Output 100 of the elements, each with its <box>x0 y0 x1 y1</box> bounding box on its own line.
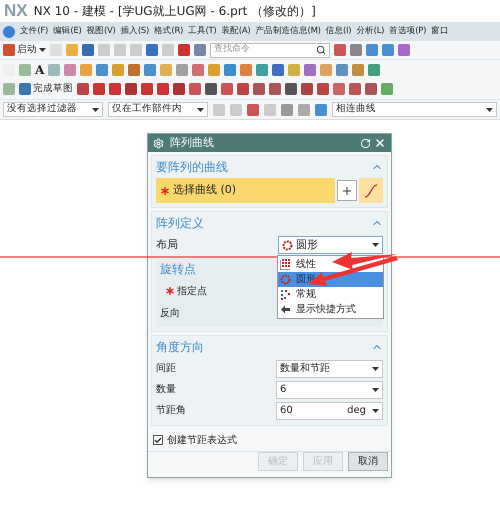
toolbar-icon[interactable] <box>272 64 284 76</box>
app-icon[interactable] <box>3 26 15 38</box>
toolbar-icon[interactable] <box>128 64 140 76</box>
command-search-input[interactable]: 查找命令 <box>214 43 304 57</box>
toolbar-icon[interactable] <box>288 64 300 76</box>
toolbar-icon[interactable] <box>382 44 394 56</box>
menu-item[interactable]: 首选项(P) <box>389 25 426 38</box>
toolbar-icon[interactable] <box>112 64 124 76</box>
start-button[interactable]: 启动 <box>3 42 46 58</box>
field-label: 指定点 <box>177 284 207 298</box>
menu-option[interactable]: 显示快捷方式 <box>278 302 383 317</box>
toolbar-icon[interactable] <box>205 83 217 95</box>
toolbar-icon[interactable] <box>334 44 346 56</box>
toolbar-icon[interactable] <box>240 64 252 76</box>
toolbar-icon[interactable] <box>157 83 169 95</box>
toolbar-icon[interactable] <box>398 44 410 56</box>
toolbar-icon[interactable] <box>64 64 76 76</box>
reset-icon[interactable] <box>360 138 371 148</box>
toolbar-icon[interactable] <box>315 104 327 116</box>
toolbar-icon[interactable] <box>96 64 108 76</box>
menu-item[interactable]: 编辑(E) <box>53 25 82 38</box>
toolbar-icon[interactable] <box>301 83 313 95</box>
curve-selection-field[interactable]: 选择曲线 (0) <box>156 178 335 203</box>
toolbar-icon[interactable] <box>333 83 345 95</box>
toolbar-icon[interactable] <box>3 44 15 56</box>
toolbar-icon[interactable] <box>173 83 185 95</box>
field-label: 反向 <box>160 306 180 320</box>
menu-item[interactable]: 格式(R) <box>154 25 184 38</box>
field-label: 数量 <box>156 383 176 397</box>
toolbar-icon[interactable] <box>141 83 153 95</box>
toolbar-icon[interactable] <box>350 44 362 56</box>
toolbar-icon[interactable] <box>221 83 233 95</box>
menu-item[interactable]: 窗口 <box>431 25 449 38</box>
text-tool-icon[interactable]: A <box>35 64 44 76</box>
toolbar-icon[interactable] <box>320 64 332 76</box>
toolbar-icon[interactable] <box>19 83 31 95</box>
checkbox-label: 创建节距表达式 <box>167 434 237 448</box>
toolbar-icon[interactable] <box>178 44 190 56</box>
menu-item[interactable]: 产品制造信息(M) <box>255 25 321 38</box>
menu-option[interactable]: 常规 <box>278 287 383 302</box>
toolbar-icon[interactable] <box>80 64 92 76</box>
toolbar-icon[interactable] <box>208 64 220 76</box>
filter-dropdown[interactable]: 仅在工作部件内 <box>108 102 208 117</box>
toolbar-icon[interactable] <box>352 64 364 76</box>
add-curve-button[interactable] <box>337 180 357 201</box>
dropdown-arrow-icon <box>372 243 379 247</box>
toolbar-icon[interactable] <box>365 83 377 95</box>
toolbar-icon[interactable] <box>125 83 137 95</box>
command-search-field[interactable]: 查找命令 <box>210 42 330 58</box>
toolbar-icon[interactable] <box>160 64 172 76</box>
toolbar-icon[interactable] <box>93 83 105 95</box>
dialog-title: 阵列曲线 <box>170 134 214 151</box>
dialog-button[interactable]: 取消 <box>348 452 388 471</box>
toolbar-icon[interactable] <box>48 64 60 76</box>
menu-item[interactable]: 分析(L) <box>356 25 384 38</box>
menu-item[interactable]: 工具(T) <box>188 25 216 38</box>
curve-button[interactable] <box>359 178 383 203</box>
toolbar-icon[interactable] <box>194 44 206 56</box>
value-field[interactable]: 6 <box>276 380 383 398</box>
toolbar-icon[interactable] <box>109 83 121 95</box>
toolbar-icon[interactable] <box>317 83 329 95</box>
toolbar-icon[interactable] <box>366 44 378 56</box>
section-heading: 要阵列的曲线 <box>156 159 228 176</box>
menu-item[interactable]: 文件(F) <box>20 25 48 38</box>
toolbar-icon[interactable] <box>281 104 293 116</box>
toolbar-icon[interactable] <box>77 83 89 95</box>
toolbar-icon[interactable] <box>298 104 310 116</box>
toolbar-icon[interactable] <box>189 83 201 95</box>
toolbar-icon[interactable] <box>269 83 281 95</box>
filter-dropdown[interactable]: 没有选择过滤器 <box>3 102 103 117</box>
checkbox[interactable] <box>153 435 163 445</box>
dropdown-arrow-icon <box>372 388 379 392</box>
finish-sketch-button[interactable]: 完成草图 <box>19 82 73 96</box>
toolbar-icon[interactable] <box>349 83 361 95</box>
menu-item[interactable]: 信息(I) <box>326 25 352 38</box>
toolbar-icon[interactable] <box>82 44 94 56</box>
required-icon <box>166 287 174 295</box>
menu-item[interactable]: 装配(A) <box>221 25 250 38</box>
toolbar-icon[interactable] <box>19 64 31 76</box>
toolbar-icon[interactable] <box>144 64 156 76</box>
toolbar-icon[interactable] <box>192 64 204 76</box>
toolbar-icon[interactable] <box>253 83 265 95</box>
toolbar-icon[interactable] <box>146 44 158 56</box>
toolbar-icon[interactable] <box>336 64 348 76</box>
value-field[interactable]: 数量和节距 <box>276 360 383 378</box>
menu-item[interactable]: 插入(S) <box>120 25 150 38</box>
toolbar-icon[interactable] <box>247 104 259 116</box>
toolbar-icon[interactable] <box>176 64 188 76</box>
menu-item[interactable]: 视图(V) <box>86 25 116 38</box>
value-field[interactable]: 60 deg <box>276 402 383 420</box>
filter-dropdown[interactable]: 相连曲线 <box>332 102 497 117</box>
toolbar-icon[interactable] <box>224 64 236 76</box>
menu-option[interactable]: 线性 <box>278 257 383 272</box>
toolbar-icon[interactable] <box>304 64 316 76</box>
toolbar-icon[interactable] <box>285 83 297 95</box>
toolbar-icon[interactable] <box>368 64 380 76</box>
toolbar-icon[interactable] <box>256 64 268 76</box>
toolbar-icon[interactable] <box>237 83 249 95</box>
arrow-icon <box>280 304 291 315</box>
close-icon[interactable] <box>374 137 386 149</box>
